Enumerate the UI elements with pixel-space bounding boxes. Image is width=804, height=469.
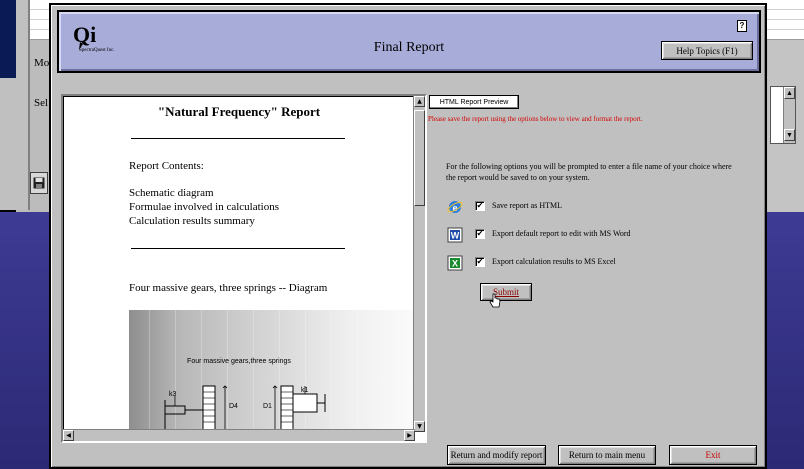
report-contents-item: Schematic diagram [129, 187, 214, 199]
floppy-disk-icon[interactable] [30, 172, 48, 194]
gear-label-d4: D4 [229, 403, 238, 410]
report-contents-item: Calculation results summary [129, 215, 255, 227]
gear-spring-schematic: k3 D4 D1 k1 [164, 385, 326, 432]
scroll-up-icon[interactable]: ▲ [414, 96, 425, 107]
dialog-title: Final Report [373, 40, 445, 55]
divider [131, 138, 345, 139]
options-instructions: For the following options you will be pr… [446, 162, 732, 182]
scroll-left-icon[interactable]: ◀ [63, 430, 74, 441]
help-question-icon[interactable]: ? [737, 20, 747, 32]
background-scrollbar[interactable]: ▲ ▼ [783, 87, 795, 143]
return-main-menu-button[interactable]: Return to main menu [558, 445, 656, 465]
option-export-word[interactable]: W ✔ Export default report to edit with M… [446, 226, 746, 246]
help-topics-button[interactable]: Help Topics (F1) [661, 41, 753, 60]
export-excel-checkbox[interactable]: ✔ [475, 257, 485, 267]
preview-vertical-scrollbar[interactable]: ▲ ▼ [413, 96, 425, 432]
gear-label-d1: D1 [263, 403, 272, 410]
tab-html-report-preview[interactable]: HTML Report Preview [429, 95, 519, 109]
save-warning-text: Please save the report using the options… [428, 115, 643, 123]
svg-text:W: W [451, 231, 460, 241]
save-html-checkbox[interactable]: ✔ [475, 201, 485, 211]
option-save-html[interactable]: e ✔ Save report as HTML [446, 198, 746, 218]
internet-explorer-icon: e [446, 198, 464, 216]
report-document: "Natural Frequency" Report Report Conten… [63, 96, 415, 432]
spring-label-k1: k1 [301, 387, 309, 394]
scroll-thumb[interactable] [414, 110, 425, 206]
background-label: Sel [34, 97, 49, 109]
report-contents-heading: Report Contents: [129, 160, 204, 172]
report-title: "Natural Frequency" Report [157, 104, 321, 119]
svg-text:X: X [452, 259, 458, 269]
diagram-heading: Four massive gears, three springs -- Dia… [129, 282, 328, 294]
report-preview-pane[interactable]: "Natural Frequency" Report Report Conten… [61, 94, 427, 443]
scroll-up-icon[interactable]: ▲ [784, 87, 795, 99]
option-label: Save report as HTML [492, 201, 562, 210]
exit-button[interactable]: Exit [669, 445, 757, 465]
scroll-right-icon[interactable]: ▶ [404, 430, 415, 441]
hand-cursor-icon [489, 293, 501, 308]
excel-icon: X [446, 254, 464, 272]
background-left-frame [0, 0, 30, 210]
schematic-diagram-image: Four massive gears,three springs k3 D4 D… [129, 310, 415, 432]
option-export-excel[interactable]: X ✔ Export calculation results to MS Exc… [446, 254, 746, 274]
dialog-header: Qi SpectraQuest Inc. Final Report ? Help… [57, 10, 761, 73]
submit-button[interactable]: Submit [480, 283, 532, 301]
preview-horizontal-scrollbar[interactable]: ◀ ▶ [63, 429, 415, 441]
spring-label-k3: k3 [169, 391, 177, 398]
divider [131, 248, 345, 249]
option-label: Export calculation results to MS Excel [492, 257, 616, 266]
final-report-dialog: Qi SpectraQuest Inc. Final Report ? Help… [49, 3, 767, 469]
word-icon: W [446, 226, 464, 244]
option-label: Export default report to edit with MS Wo… [492, 229, 631, 238]
background-list-box[interactable]: ▲ ▼ [770, 86, 796, 144]
scroll-down-icon[interactable]: ▼ [414, 421, 425, 432]
scroll-down-icon[interactable]: ▼ [784, 129, 795, 141]
export-word-checkbox[interactable]: ✔ [475, 229, 485, 239]
return-modify-report-button[interactable]: Return and modify report [447, 445, 546, 465]
background-label: Mo [34, 57, 50, 69]
report-contents-item: Formulae involved in calculations [129, 201, 279, 213]
